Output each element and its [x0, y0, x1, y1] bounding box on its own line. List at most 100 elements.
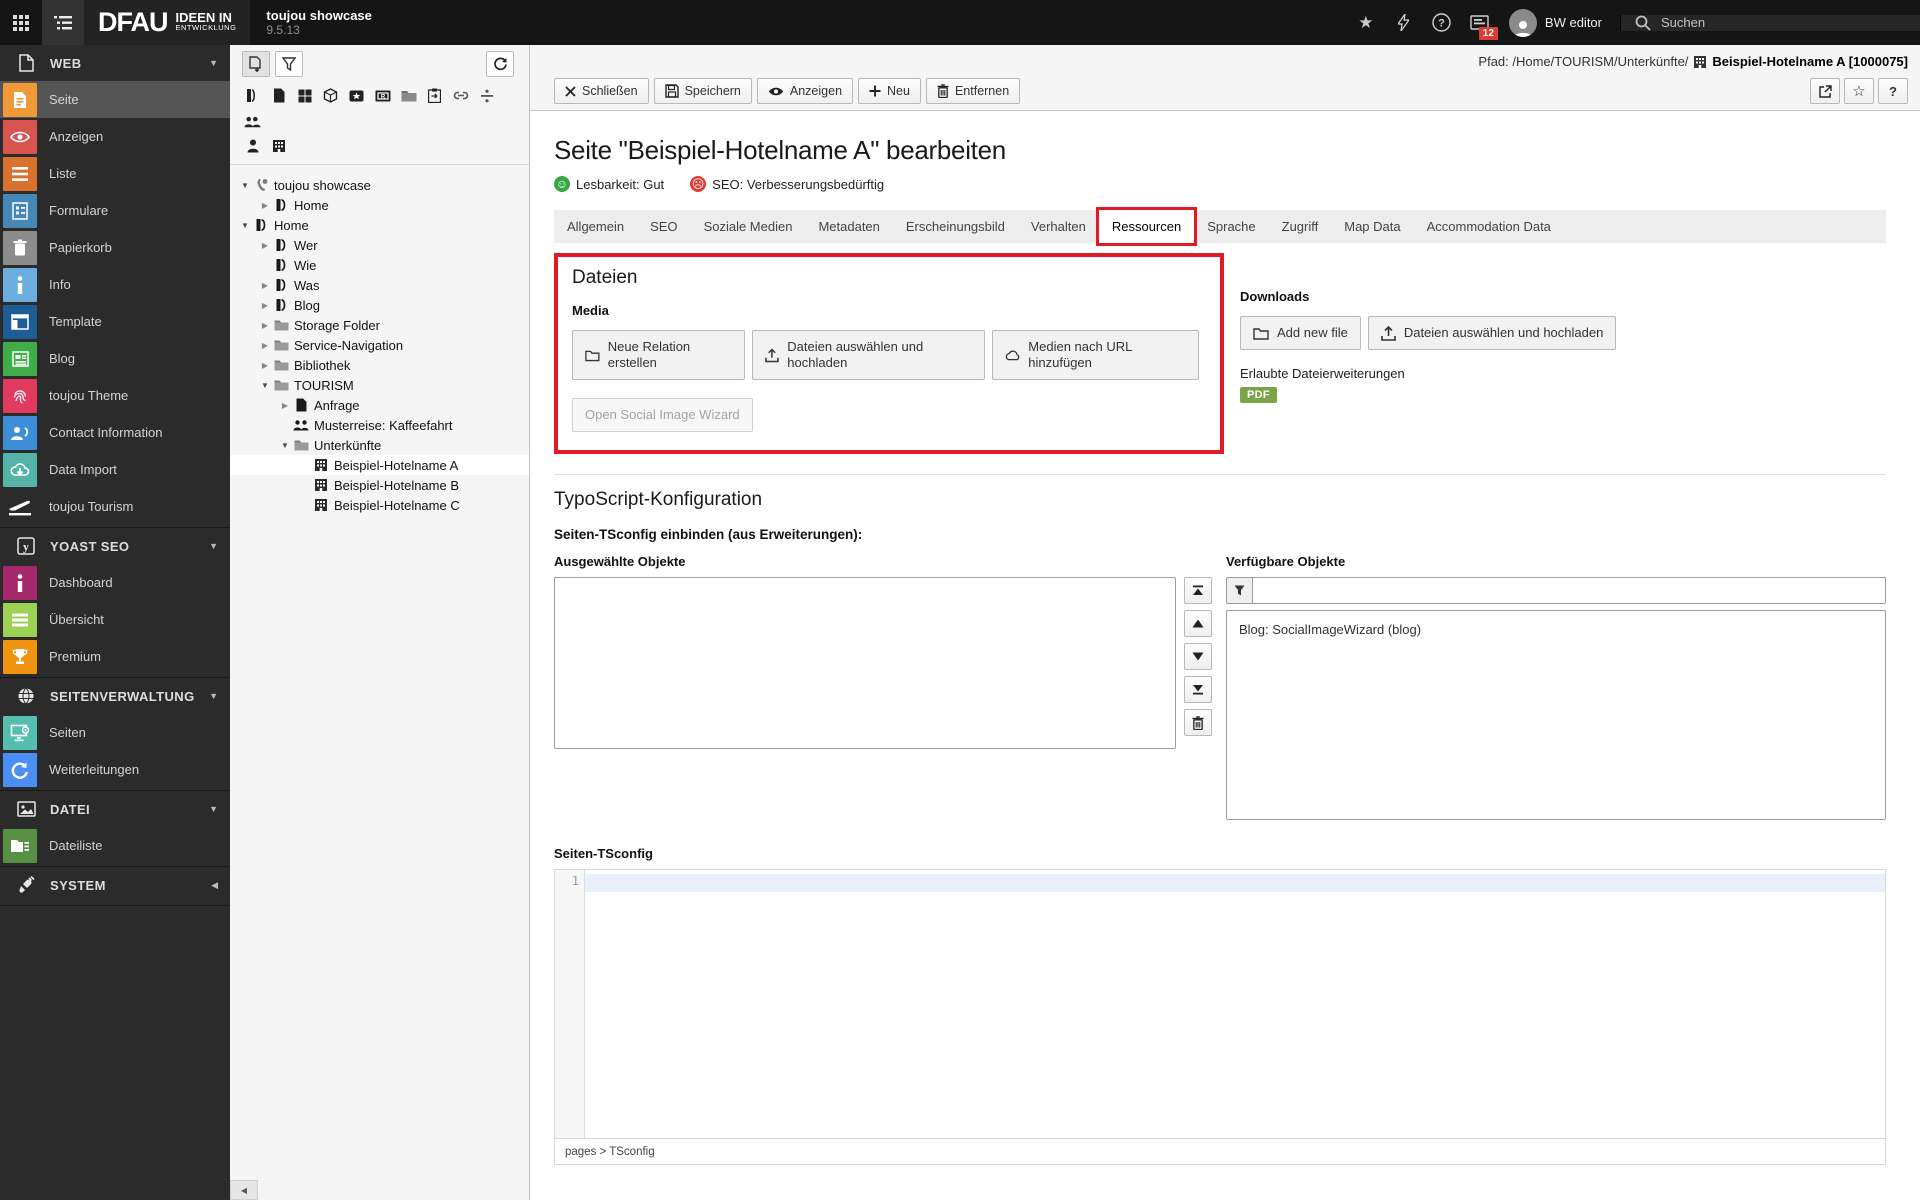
tree-collapse-button[interactable]: ◀ [230, 1180, 258, 1200]
expand-icon[interactable]: ▶ [258, 301, 272, 310]
editor-code-area[interactable] [585, 870, 1885, 1138]
drag-usergroup-icon[interactable] [244, 113, 261, 130]
global-search[interactable]: Suchen [1620, 14, 1920, 31]
downloads-upload-button[interactable]: Dateien auswählen und hochladen [1367, 316, 1617, 350]
open-in-new-window-button[interactable] [1810, 78, 1840, 104]
sidebar-item-formulare[interactable]: Formulare [0, 192, 230, 229]
help-button[interactable]: ? [1423, 0, 1461, 45]
tree-node-hotel-b[interactable]: Beispiel-Hotelname B [230, 475, 529, 495]
filter-button[interactable] [1226, 577, 1252, 604]
expand-icon[interactable]: ▼ [238, 181, 252, 190]
tab-zugriff[interactable]: Zugriff [1269, 210, 1332, 243]
systeminfo-button[interactable]: 12 [1461, 0, 1499, 45]
tab-allgemein[interactable]: Allgemein [554, 210, 637, 243]
bookmark-record-button[interactable]: ☆ [1844, 78, 1874, 104]
module-header-system[interactable]: SYSTEM ◀ [0, 867, 230, 903]
module-header-seitenverwaltung[interactable]: SEITENVERWALTUNG ▼ [0, 678, 230, 714]
drag-external-url-icon[interactable] [426, 87, 443, 104]
tab-soziale-medien[interactable]: Soziale Medien [691, 210, 806, 243]
tree-node-storage-folder[interactable]: ▶ Storage Folder [230, 315, 529, 335]
tab-erscheinungsbild[interactable]: Erscheinungsbild [893, 210, 1018, 243]
sidebar-item-template[interactable]: Template [0, 303, 230, 340]
tree-node-wie[interactable]: Wie [230, 255, 529, 275]
tab-map-data[interactable]: Map Data [1331, 210, 1413, 243]
new-relation-button[interactable]: Neue Relation erstellen [572, 330, 746, 380]
delete-button[interactable]: Entfernen [925, 78, 1021, 104]
drag-link-icon[interactable] [452, 87, 469, 104]
drag-recycler-icon[interactable]: R [374, 87, 391, 104]
sidebar-item-contact-information[interactable]: Contact Information [0, 414, 230, 451]
drag-divider-icon[interactable] [478, 87, 495, 104]
expand-icon[interactable]: ▶ [258, 201, 272, 210]
sidebar-item-seite[interactable]: Seite [0, 81, 230, 118]
sidebar-item-liste[interactable]: Liste [0, 155, 230, 192]
remove-item-button[interactable] [1184, 709, 1212, 736]
tree-node-hotel-a[interactable]: Beispiel-Hotelname A [230, 455, 529, 475]
sidebar-item-dateiliste[interactable]: Dateiliste [0, 827, 230, 864]
drag-hotel-icon[interactable] [270, 137, 287, 154]
doc-help-button[interactable]: ? [1878, 78, 1908, 104]
expand-icon[interactable]: ▼ [238, 221, 252, 230]
tree-node-tourism[interactable]: ▼ TOURISM [230, 375, 529, 395]
drag-page-icon[interactable] [244, 87, 261, 104]
move-bottom-button[interactable] [1184, 676, 1212, 703]
expand-icon[interactable]: ▶ [278, 401, 292, 410]
tab-seo[interactable]: SEO [637, 210, 690, 243]
module-header-web[interactable]: WEB ▼ [0, 45, 230, 81]
sidebar-item-toujou-tourism[interactable]: toujou Tourism [0, 488, 230, 525]
tree-node-musterreise[interactable]: Musterreise: Kaffeefahrt [230, 415, 529, 435]
sidebar-item-toujou-theme[interactable]: toujou Theme [0, 377, 230, 414]
tree-refresh-button[interactable] [486, 51, 514, 77]
tree-node-service-navigation[interactable]: ▶ Service-Navigation [230, 335, 529, 355]
expand-icon[interactable]: ▶ [258, 361, 272, 370]
bookmark-button[interactable]: ★ [1347, 0, 1385, 45]
sidebar-item-yoast-dashboard[interactable]: Dashboard [0, 564, 230, 601]
expand-icon[interactable]: ▼ [278, 441, 292, 450]
expand-icon[interactable]: ▼ [258, 381, 272, 390]
tree-node-root[interactable]: ▼ toujou showcase [230, 175, 529, 195]
add-new-file-button[interactable]: Add new file [1240, 316, 1361, 350]
apps-grid-button[interactable] [0, 0, 42, 45]
tab-accommodation-data[interactable]: Accommodation Data [1414, 210, 1564, 243]
clear-cache-button[interactable] [1385, 0, 1423, 45]
available-object-item[interactable]: Blog: SocialImageWizard (blog) [1227, 619, 1885, 640]
view-button[interactable]: Anzeigen [756, 78, 854, 104]
expand-icon[interactable]: ▶ [258, 281, 272, 290]
available-filter-input[interactable] [1252, 577, 1886, 604]
drag-doc-icon[interactable] [270, 87, 287, 104]
drag-shortcut-icon[interactable] [296, 87, 313, 104]
tree-node-home-mounted[interactable]: ▶ Home [230, 195, 529, 215]
sidebar-item-papierkorb[interactable]: Papierkorb [0, 229, 230, 266]
sidebar-item-yoast-premium[interactable]: Premium [0, 638, 230, 675]
drag-spacer-icon[interactable] [348, 87, 365, 104]
drag-user-icon[interactable] [244, 137, 261, 154]
sidebar-item-data-import[interactable]: Data Import [0, 451, 230, 488]
tab-sprache[interactable]: Sprache [1194, 210, 1268, 243]
pagetree-toggle-button[interactable] [42, 0, 84, 45]
expand-icon[interactable]: ▶ [258, 341, 272, 350]
module-header-datei[interactable]: DATEI ▼ [0, 791, 230, 827]
select-upload-button[interactable]: Dateien auswählen und hochladen [752, 330, 985, 380]
tree-filter-button[interactable] [275, 51, 303, 77]
tab-ressourcen[interactable]: Ressourcen [1095, 207, 1198, 246]
tree-node-hotel-c[interactable]: Beispiel-Hotelname C [230, 495, 529, 515]
move-top-button[interactable] [1184, 577, 1212, 604]
sidebar-item-seiten[interactable]: Seiten [0, 714, 230, 751]
tree-node-wer[interactable]: ▶ Wer [230, 235, 529, 255]
module-header-yoast[interactable]: y YOAST SEO ▼ [0, 528, 230, 564]
tree-node-unterkuenfte[interactable]: ▼ Unterkünfte [230, 435, 529, 455]
sidebar-item-blog[interactable]: Blog [0, 340, 230, 377]
drag-folder-icon[interactable] [400, 87, 417, 104]
tree-node-home[interactable]: ▼ Home [230, 215, 529, 235]
tree-node-blog[interactable]: ▶ Blog [230, 295, 529, 315]
available-objects-listbox[interactable]: Blog: SocialImageWizard (blog) [1226, 610, 1886, 820]
save-button[interactable]: Speichern [653, 78, 752, 104]
sidebar-item-anzeigen[interactable]: Anzeigen [0, 118, 230, 155]
tab-verhalten[interactable]: Verhalten [1018, 210, 1099, 243]
social-image-wizard-button[interactable]: Open Social Image Wizard [572, 398, 753, 432]
tsconfig-code-editor[interactable]: 1 [554, 869, 1886, 1139]
expand-icon[interactable]: ▶ [258, 321, 272, 330]
drag-mountpoint-icon[interactable] [322, 87, 339, 104]
user-menu[interactable]: BW editor [1499, 8, 1620, 37]
move-up-button[interactable] [1184, 610, 1212, 637]
